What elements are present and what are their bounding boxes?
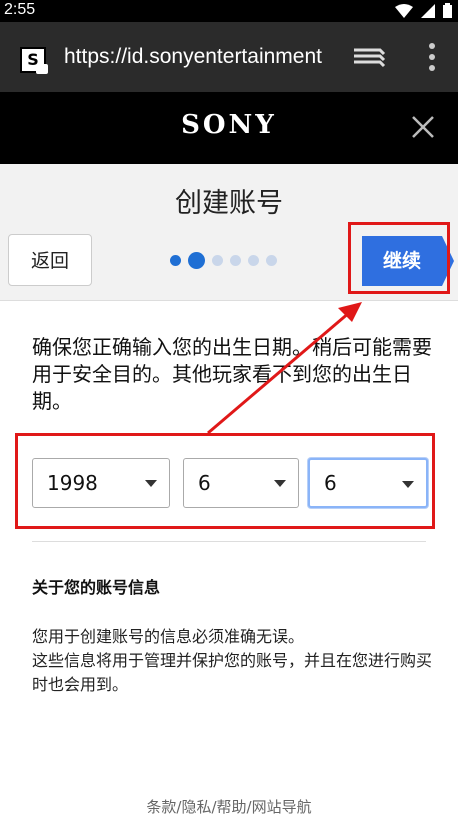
annotation-arrow-icon xyxy=(207,302,362,435)
about-line-1: 您用于创建账号的信息必须准确无误。 xyxy=(32,627,305,646)
section-divider xyxy=(32,541,426,542)
about-account-title: 关于您的账号信息 xyxy=(32,578,161,597)
about-line-2: 这些信息将用于管理并保护您的账号，并且在您进行购买时也会用到。 xyxy=(32,651,433,694)
footer-links[interactable]: 条款/隐私/帮助/网站导航 xyxy=(0,796,458,817)
about-account-text: 您用于创建账号的信息必须准确无误。 这些信息将用于管理并保护您的账号，并且在您进… xyxy=(32,625,432,697)
